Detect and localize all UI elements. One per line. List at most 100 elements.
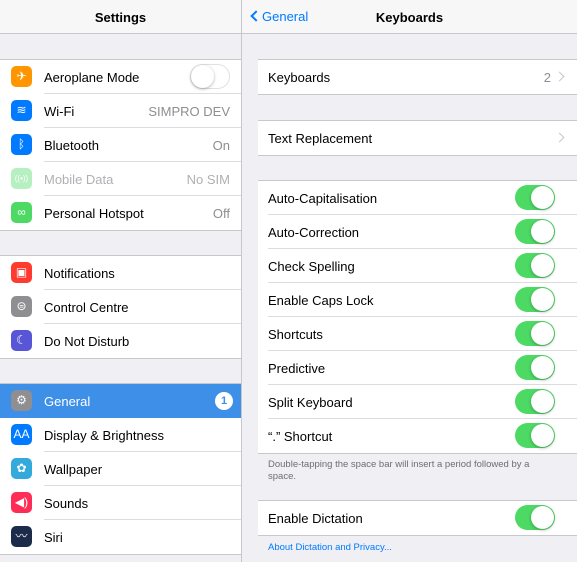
sidebar-item-label: Control Centre [44, 300, 129, 315]
period-shortcut-row: “.” Shortcut [258, 419, 577, 453]
shortcuts-row: Shortcuts [258, 317, 577, 351]
sidebar-item-do-not-disturb[interactable]: ☾ Do Not Disturb [0, 324, 241, 358]
sidebar-item-label: Bluetooth [44, 138, 99, 153]
sidebar-item-personal-hotspot[interactable]: ∞ Personal Hotspot Off [0, 196, 241, 230]
sidebar-item-label: Personal Hotspot [44, 206, 144, 221]
predictive-label: Predictive [268, 361, 326, 376]
settings-group-connectivity: ✈ Aeroplane Mode ≋ Wi-Fi SIMPRO DEV ᛒ Bluetoot… [0, 59, 241, 231]
check-spelling-row: Check Spelling [258, 249, 577, 283]
chevron-right-icon [554, 132, 565, 143]
toggle-knob [531, 220, 554, 243]
auto-correction-toggle[interactable] [515, 219, 555, 244]
sidebar-item-label: Sounds [44, 496, 89, 511]
sidebar-item-value: SIMPRO DEV [148, 104, 230, 119]
toggle-knob [531, 356, 554, 379]
chevron-right-icon [554, 71, 565, 82]
settings-sidebar: Settings ✈ Aeroplane Mode ≋ Wi-Fi SIMPRO DEV… [0, 0, 241, 562]
wifi-icon: ≋ [11, 100, 32, 121]
sidebar-item-label: Wallpaper [44, 462, 103, 477]
sidebar-item-control-centre[interactable]: ⊜ Control Centre [0, 290, 241, 324]
split-keyboard-row: Split Keyboard [258, 385, 577, 419]
sidebar-item-value: On [212, 138, 230, 153]
sidebar-item-label: Display & Brightness [44, 428, 164, 443]
sidebar-item-mobile-data[interactable]: ((•)) Mobile Data No SIM [0, 162, 241, 196]
keyboards-title: Keyboards [375, 10, 444, 25]
text-replacement-group: Text Replacement [258, 120, 577, 156]
text-replacement-row[interactable]: Text Replacement [258, 121, 577, 155]
split-keyboard-toggle[interactable] [515, 389, 555, 414]
toggle-knob [531, 424, 554, 447]
settings-group-general: ⚙ General 1 AA Display & Brightness ✿ Wallpape… [0, 383, 241, 555]
period-shortcut-footnote: Double-tapping the space bar will insert… [268, 459, 530, 482]
sidebar-item-value: No SIM [186, 172, 230, 187]
sidebar-item-wallpaper[interactable]: ✿ Wallpaper [0, 452, 241, 486]
enable-dictation-label: Enable Dictation [268, 511, 363, 526]
sidebar-item-siri[interactable]: 〰 Siri [0, 520, 241, 554]
sidebar-item-display-brightness[interactable]: AA Display & Brightness [0, 418, 241, 452]
notifications-icon: ▣ [11, 262, 32, 283]
period-shortcut-label: “.” Shortcut [268, 429, 333, 444]
sidebar-item-label: Wi-Fi [44, 104, 75, 119]
sidebar-item-bluetooth[interactable]: ᛒ Bluetooth On [0, 128, 241, 162]
sidebar-item-aeroplane-mode[interactable]: ✈ Aeroplane Mode [0, 60, 241, 94]
sidebar-item-label: Siri [44, 530, 63, 545]
sidebar-item-wifi[interactable]: ≋ Wi-Fi SIMPRO DEV [0, 94, 241, 128]
auto-capitalisation-toggle[interactable] [515, 185, 555, 210]
settings-group-notifications: ▣ Notifications ⊜ Control Centre ☾ Do Not Dis… [0, 255, 241, 359]
keyboards-count: 2 [543, 70, 551, 85]
bluetooth-icon: ᛒ [11, 134, 32, 155]
sidebar-item-general[interactable]: ⚙ General 1 [0, 384, 241, 418]
sidebar-item-sounds[interactable]: ◀) Sounds [0, 486, 241, 520]
toggle-knob [191, 65, 214, 88]
keyboards-label: Keyboards [268, 70, 331, 85]
check-spelling-toggle[interactable] [515, 253, 555, 278]
period-shortcut-toggle[interactable] [515, 423, 555, 448]
sidebar-item-label: General [44, 394, 91, 409]
control-centre-icon: ⊜ [11, 296, 32, 317]
shortcuts-toggle[interactable] [515, 321, 555, 346]
settings-navbar: Settings [0, 0, 241, 34]
check-spelling-label: Check Spelling [268, 259, 355, 274]
auto-correction-label: Auto-Correction [268, 225, 360, 240]
sidebar-item-label: Aeroplane Mode [44, 70, 140, 85]
aeroplane-mode-toggle[interactable] [190, 64, 230, 89]
toggle-knob [531, 506, 554, 529]
keyboards-pane: General Keyboards Keyboards 2 Text Repla… [242, 0, 577, 562]
toggle-knob [531, 254, 554, 277]
sidebar-item-label: Do Not Disturb [44, 334, 130, 349]
speaker-icon: ◀) [11, 492, 32, 513]
predictive-row: Predictive [258, 351, 577, 385]
enable-caps-lock-row: Enable Caps Lock [258, 283, 577, 317]
airplane-icon: ✈ [11, 66, 32, 87]
toggle-knob [531, 390, 554, 413]
auto-capitalisation-row: Auto-Capitalisation [258, 181, 577, 215]
shortcuts-label: Shortcuts [268, 327, 323, 342]
text-replacement-label: Text Replacement [268, 131, 373, 146]
hotspot-icon: ∞ [11, 202, 32, 223]
enable-dictation-toggle[interactable] [515, 505, 555, 530]
flower-icon: ✿ [11, 458, 32, 479]
toggle-knob [531, 186, 554, 209]
settings-title: Settings [94, 10, 147, 25]
sidebar-item-label: Mobile Data [44, 172, 114, 187]
keyboards-group: Keyboards 2 [258, 59, 577, 95]
auto-correction-row: Auto-Correction [258, 215, 577, 249]
toggle-knob [531, 288, 554, 311]
enable-dictation-row: Enable Dictation [258, 501, 577, 535]
antenna-icon: ((•)) [11, 168, 32, 189]
keyboards-row[interactable]: Keyboards 2 [258, 60, 577, 94]
enable-caps-lock-label: Enable Caps Lock [268, 293, 374, 308]
predictive-toggle[interactable] [515, 355, 555, 380]
sidebar-item-value: Off [212, 206, 230, 221]
moon-icon: ☾ [11, 330, 32, 351]
update-badge: 1 [215, 392, 233, 410]
enable-caps-lock-toggle[interactable] [515, 287, 555, 312]
gear-icon: ⚙ [11, 390, 32, 411]
sidebar-item-notifications[interactable]: ▣ Notifications [0, 256, 241, 290]
dictation-group: Enable Dictation [258, 500, 577, 536]
auto-capitalisation-label: Auto-Capitalisation [268, 191, 378, 206]
sidebar-item-label: Notifications [44, 266, 115, 281]
keyboard-options-group: Auto-Capitalisation Auto-Correction Check … [258, 180, 577, 454]
keyboards-navbar: General Keyboards [242, 0, 577, 34]
dictation-privacy-link[interactable]: About Dictation and Privacy... [268, 542, 392, 553]
